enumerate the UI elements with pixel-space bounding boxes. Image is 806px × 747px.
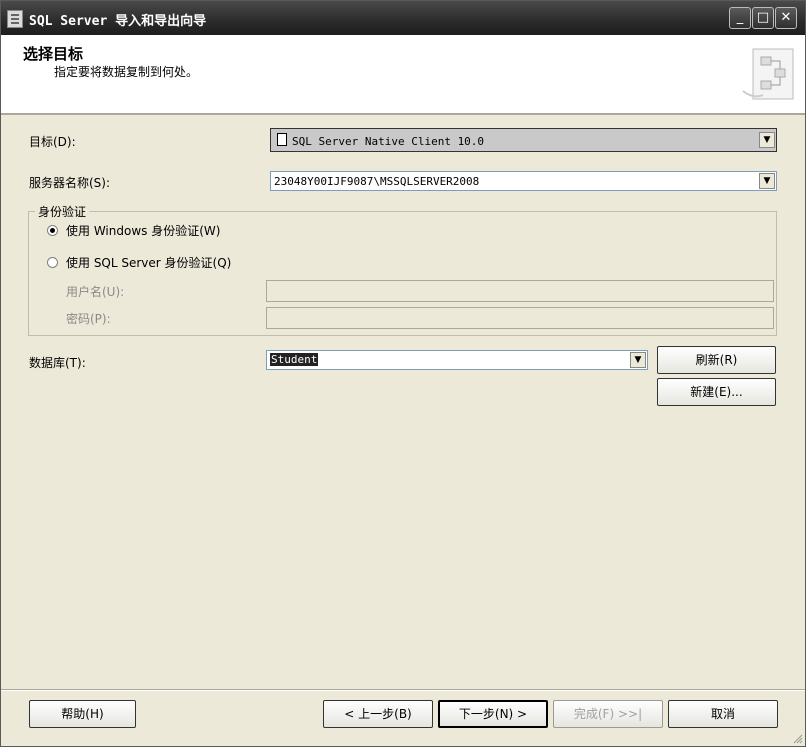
windows-auth-radio[interactable]	[47, 225, 58, 236]
minimize-button[interactable]: _	[729, 7, 751, 29]
password-label: 密码(P):	[66, 312, 111, 326]
help-button[interactable]: 帮助(H)	[29, 700, 136, 728]
database-combobox[interactable]: Student ▼	[266, 350, 648, 370]
resize-grip-icon[interactable]	[791, 732, 803, 744]
page-title: 选择目标	[23, 45, 84, 63]
sql-auth-radio[interactable]	[47, 257, 58, 268]
app-icon	[7, 10, 23, 28]
cancel-button[interactable]: 取消	[668, 700, 778, 728]
footer-divider	[1, 689, 805, 691]
database-icon	[277, 133, 287, 146]
sql-auth-label[interactable]: 使用 SQL Server 身份验证(Q)	[66, 254, 231, 271]
server-name-combobox[interactable]: 23048Y00IJF9087\MSSQLSERVER2008 ▼	[270, 171, 777, 191]
refresh-button[interactable]: 刷新(R)	[657, 346, 776, 374]
destination-label: 目标(D):	[29, 135, 76, 149]
destination-graphic-icon	[742, 48, 794, 100]
wizard-header: 选择目标 指定要将数据复制到何处。	[1, 35, 805, 115]
chevron-down-icon[interactable]: ▼	[759, 132, 775, 148]
back-button[interactable]: < 上一步(B)	[323, 700, 433, 728]
title-bar[interactable]: SQL Server 导入和导出向导 _ □ ✕	[1, 1, 805, 35]
new-database-button[interactable]: 新建(E)...	[657, 378, 776, 406]
username-input[interactable]	[266, 280, 774, 302]
destination-combobox[interactable]: SQL Server Native Client 10.0 ▼	[270, 128, 777, 152]
close-button[interactable]: ✕	[775, 7, 797, 29]
database-value: Student	[270, 353, 319, 366]
finish-button[interactable]: 完成(F) >>|	[553, 700, 663, 728]
window-title: SQL Server 导入和导出向导	[29, 14, 207, 29]
maximize-button[interactable]: □	[752, 7, 774, 29]
chevron-down-icon[interactable]: ▼	[759, 173, 775, 189]
wizard-window: SQL Server 导入和导出向导 _ □ ✕ 选择目标 指定要将数据复制到何…	[0, 0, 806, 747]
server-name-label: 服务器名称(S):	[29, 176, 111, 190]
destination-value: SQL Server Native Client 10.0	[292, 135, 485, 148]
next-button[interactable]: 下一步(N) >	[438, 700, 548, 728]
server-name-value: 23048Y00IJF9087\MSSQLSERVER2008	[274, 175, 480, 188]
windows-auth-label[interactable]: 使用 Windows 身份验证(W)	[66, 222, 220, 239]
username-label: 用户名(U):	[66, 285, 125, 299]
page-subtitle: 指定要将数据复制到何处。	[54, 65, 199, 79]
password-input[interactable]	[266, 307, 774, 329]
database-label: 数据库(T):	[29, 356, 86, 370]
authentication-group-title: 身份验证	[35, 203, 90, 220]
chevron-down-icon[interactable]: ▼	[630, 352, 646, 368]
